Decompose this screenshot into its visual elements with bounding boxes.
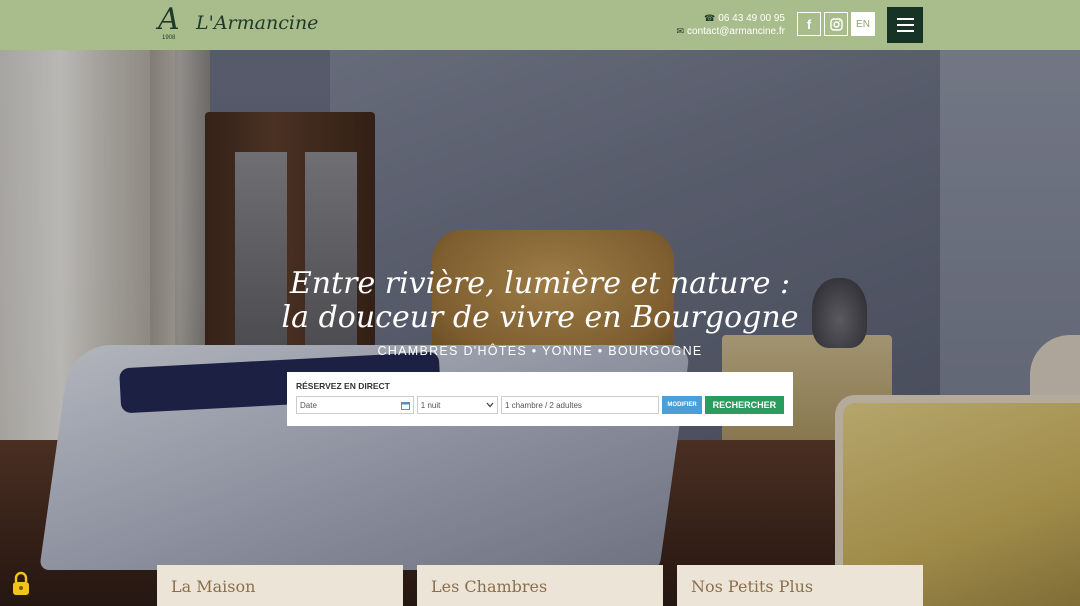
date-field[interactable]: Date (296, 396, 414, 414)
contact-phone-row[interactable]: ☎ 06 43 49 00 95 (676, 12, 785, 25)
contact-info: ☎ 06 43 49 00 95 ✉ contact@armancine.fr (676, 12, 785, 38)
card-la-maison[interactable]: La Maison (157, 565, 403, 606)
card-les-chambres[interactable]: Les Chambres (417, 565, 663, 606)
hero-headline-line-1: Entre rivière, lumière et nature : (289, 266, 791, 301)
logo-text: L'Armancine (196, 12, 319, 34)
contact-email-row[interactable]: ✉ contact@armancine.fr (676, 25, 785, 38)
booking-fields: Date 1 nuit 1 chambre / 2 adultes MODIFI… (296, 396, 784, 414)
social-links: f EN (797, 12, 875, 36)
instagram-icon[interactable] (824, 12, 848, 36)
site-header: A 1908 L'Armancine ☎ 06 43 49 00 95 ✉ co… (0, 0, 1080, 50)
logo-mark: A 1908 (150, 2, 192, 44)
contact-phone[interactable]: 06 43 49 00 95 (718, 12, 785, 25)
logo-letter: A (158, 2, 180, 37)
modify-button[interactable]: MODIFIER (662, 396, 702, 414)
hero-subline: CHAMBRES D'HÔTES • YONNE • BOURGOGNE (377, 344, 703, 358)
hero-headline-line-2: la douceur de vivre en Bourgogne (281, 300, 799, 335)
hero-headline: Entre rivière, lumière et nature : la do… (0, 267, 1080, 335)
card-title: La Maison (171, 577, 256, 596)
date-placeholder: Date (300, 400, 317, 410)
card-title: Nos Petits Plus (691, 577, 814, 596)
calendar-icon (400, 401, 410, 410)
phone-icon: ☎ (704, 13, 716, 23)
envelope-icon: ✉ (676, 26, 685, 36)
contact-email[interactable]: contact@armancine.fr (687, 25, 785, 38)
booking-widget: RÉSERVEZ EN DIRECT Date 1 nuit 1 chambre… (287, 372, 793, 426)
rooms-value: 1 chambre / 2 adultes (504, 400, 582, 410)
nights-value: 1 nuit (420, 400, 441, 410)
site-logo[interactable]: A 1908 L'Armancine (150, 2, 319, 44)
hamburger-menu-icon[interactable] (887, 7, 923, 43)
nights-select[interactable]: 1 nuit (416, 396, 498, 414)
logo-year: 1908 (162, 35, 176, 41)
booking-title: RÉSERVEZ EN DIRECT (296, 381, 390, 391)
lock-icon[interactable] (11, 571, 31, 597)
rooms-guests-field[interactable]: 1 chambre / 2 adultes (500, 396, 660, 414)
facebook-icon[interactable]: f (797, 12, 821, 36)
chevron-down-icon (486, 402, 494, 408)
card-nos-petits-plus[interactable]: Nos Petits Plus (677, 565, 923, 606)
card-title: Les Chambres (431, 577, 548, 596)
search-button[interactable]: RECHERCHER (704, 396, 784, 414)
language-switch[interactable]: EN (851, 12, 875, 36)
